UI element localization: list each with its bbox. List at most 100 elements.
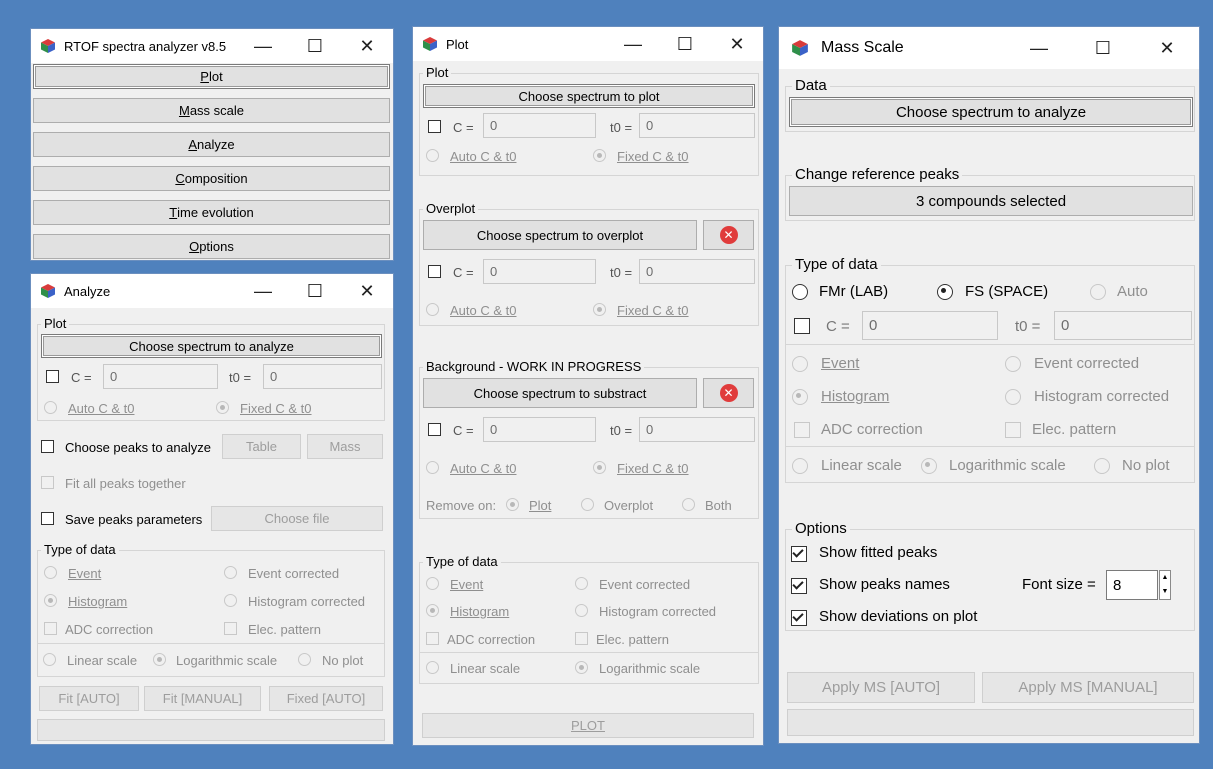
main-titlebar[interactable]: RTOF spectra analyzer v8.5 — ☐ ✕ — [31, 29, 393, 63]
close-icon[interactable]: ✕ — [341, 274, 393, 308]
remove-plot-radio[interactable] — [506, 498, 519, 511]
histogram-corrected-radio[interactable] — [575, 604, 588, 617]
fs-radio[interactable] — [937, 284, 953, 300]
compounds-button[interactable]: 3 compounds selected — [789, 186, 1193, 216]
show-names-checkbox[interactable] — [791, 578, 807, 594]
auto-radio[interactable] — [1090, 284, 1106, 300]
minimize-icon[interactable]: — — [237, 274, 289, 308]
close-icon[interactable]: ✕ — [1135, 27, 1199, 69]
remove-background-button[interactable]: ✕ — [703, 378, 754, 408]
c-field[interactable]: 0 — [483, 113, 596, 138]
fixed-radio[interactable] — [593, 149, 606, 162]
c-field[interactable]: 0 — [483, 259, 596, 284]
histogram-corrected-radio[interactable] — [224, 594, 237, 607]
histogram-radio[interactable] — [44, 594, 57, 607]
choose-file-button[interactable]: Choose file — [211, 506, 383, 531]
fixed-radio[interactable] — [593, 461, 606, 474]
choose-overplot-button[interactable]: Choose spectrum to overplot — [423, 220, 697, 250]
save-params-checkbox[interactable] — [41, 512, 54, 525]
show-fitted-checkbox[interactable] — [791, 546, 807, 562]
composition-button[interactable]: Composition — [33, 166, 390, 191]
linear-radio[interactable] — [43, 653, 56, 666]
options-button[interactable]: Options — [33, 234, 390, 259]
remove-overplot-radio[interactable] — [581, 498, 594, 511]
t0-field[interactable]: 0 — [639, 259, 755, 284]
choose-plot-button[interactable]: Choose spectrum to plot — [423, 84, 755, 108]
font-size-field[interactable]: 8 — [1106, 570, 1158, 600]
event-corrected-radio[interactable] — [575, 577, 588, 590]
table-button[interactable]: Table — [222, 434, 301, 459]
close-icon[interactable]: ✕ — [341, 29, 393, 63]
chevron-down-icon[interactable]: ▼ — [1162, 588, 1169, 596]
event-corrected-radio[interactable] — [224, 566, 237, 579]
apply-manual-button[interactable]: Apply MS [MANUAL] — [982, 672, 1194, 703]
adc-checkbox[interactable] — [426, 632, 439, 645]
fixed-radio[interactable] — [593, 303, 606, 316]
noplot-radio[interactable] — [298, 653, 311, 666]
choose-spectrum-button[interactable]: Choose spectrum to analyze — [41, 334, 382, 358]
font-size-stepper[interactable]: ▲ ▼ — [1159, 570, 1171, 600]
mass-scale-button[interactable]: Mass scale — [33, 98, 390, 123]
t0-field[interactable]: 0 — [639, 113, 755, 138]
elec-checkbox[interactable] — [224, 622, 237, 635]
time-evolution-button[interactable]: Time evolution — [33, 200, 390, 225]
t0-field[interactable]: 0 — [263, 364, 382, 389]
auto-radio[interactable] — [426, 149, 439, 162]
fixed-radio[interactable] — [216, 401, 229, 414]
event-corrected-radio[interactable] — [1005, 356, 1021, 372]
show-deviations-checkbox[interactable] — [791, 610, 807, 626]
maximize-icon[interactable]: ☐ — [289, 274, 341, 308]
c-field[interactable]: 0 — [862, 311, 998, 340]
adc-checkbox[interactable] — [794, 422, 810, 438]
choose-substract-button[interactable]: Choose spectrum to substract — [423, 378, 697, 408]
c-checkbox[interactable] — [46, 370, 59, 383]
histogram-corrected-radio[interactable] — [1005, 389, 1021, 405]
elec-checkbox[interactable] — [575, 632, 588, 645]
remove-both-radio[interactable] — [682, 498, 695, 511]
c-checkbox[interactable] — [428, 265, 441, 278]
event-radio[interactable] — [44, 566, 57, 579]
c-checkbox[interactable] — [794, 318, 810, 334]
linear-radio[interactable] — [792, 458, 808, 474]
fixed-auto-button[interactable]: Fixed [AUTO] — [269, 686, 383, 711]
c-field[interactable]: 0 — [103, 364, 218, 389]
maximize-icon[interactable]: ☐ — [289, 29, 341, 63]
minimize-icon[interactable]: — — [607, 27, 659, 61]
mass-titlebar[interactable]: Mass Scale — ☐ ✕ — [779, 27, 1199, 69]
remove-overplot-button[interactable]: ✕ — [703, 220, 754, 250]
choose-spectrum-button[interactable]: Choose spectrum to analyze — [789, 97, 1193, 127]
fmr-radio[interactable] — [792, 284, 808, 300]
fit-auto-button[interactable]: Fit [AUTO] — [39, 686, 139, 711]
maximize-icon[interactable]: ☐ — [1071, 27, 1135, 69]
c-checkbox[interactable] — [428, 120, 441, 133]
minimize-icon[interactable]: — — [237, 29, 289, 63]
adc-checkbox[interactable] — [44, 622, 57, 635]
choose-peaks-checkbox[interactable] — [41, 440, 54, 453]
log-radio[interactable] — [921, 458, 937, 474]
t0-field[interactable]: 0 — [1054, 311, 1192, 340]
auto-radio[interactable] — [426, 303, 439, 316]
auto-radio[interactable] — [44, 401, 57, 414]
event-radio[interactable] — [426, 577, 439, 590]
histogram-radio[interactable] — [426, 604, 439, 617]
noplot-radio[interactable] — [1094, 458, 1110, 474]
histogram-radio[interactable] — [792, 389, 808, 405]
plot-submit-button[interactable]: PLOT — [422, 713, 754, 738]
auto-radio[interactable] — [426, 461, 439, 474]
chevron-up-icon[interactable]: ▲ — [1162, 574, 1169, 582]
linear-radio[interactable] — [426, 661, 439, 674]
minimize-icon[interactable]: — — [1007, 27, 1071, 69]
plot-titlebar[interactable]: Plot — ☐ ✕ — [413, 27, 763, 61]
plot-button[interactable]: Plot — [33, 64, 390, 89]
fit-all-checkbox[interactable] — [41, 476, 54, 489]
close-icon[interactable]: ✕ — [711, 27, 763, 61]
analyze-titlebar[interactable]: Analyze — ☐ ✕ — [31, 274, 393, 308]
analyze-button[interactable]: Analyze — [33, 132, 390, 157]
c-field[interactable]: 0 — [483, 417, 596, 442]
c-checkbox[interactable] — [428, 423, 441, 436]
event-radio[interactable] — [792, 356, 808, 372]
apply-auto-button[interactable]: Apply MS [AUTO] — [787, 672, 975, 703]
fit-manual-button[interactable]: Fit [MANUAL] — [144, 686, 261, 711]
log-radio[interactable] — [153, 653, 166, 666]
mass-button[interactable]: Mass — [307, 434, 383, 459]
